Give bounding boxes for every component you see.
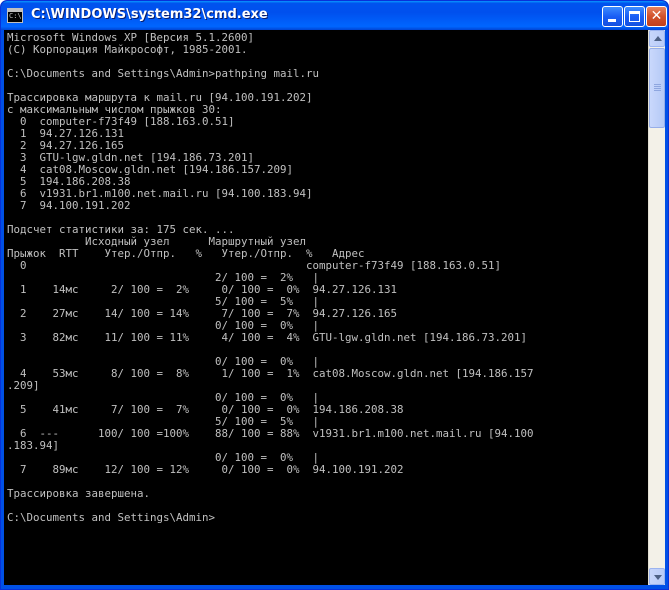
scroll-down-button[interactable] xyxy=(649,568,665,585)
console-line: 3 82мс 11/ 100 = 11% 4/ 100 = 4% GTU-lgw… xyxy=(7,331,528,344)
close-icon: ✕ xyxy=(650,8,663,24)
window-frame-right xyxy=(665,30,668,586)
title-bar[interactable]: C:\ C:\WINDOWS\system32\cmd.exe ✕ xyxy=(1,1,668,30)
arrow-down-icon xyxy=(654,575,662,580)
close-button[interactable]: ✕ xyxy=(646,6,667,27)
window-title: C:\WINDOWS\system32\cmd.exe xyxy=(31,7,268,22)
console-line: (С) Корпорация Майкрософт, 1985-2001. xyxy=(7,43,248,56)
console-line: 4 53мс 8/ 100 = 8% 1/ 100 = 1% cat08.Mos… xyxy=(7,367,534,380)
minimize-icon xyxy=(608,19,616,22)
console-output[interactable]: Microsoft Windows XP [Версия 5.1.2600] (… xyxy=(4,30,648,585)
maximize-icon xyxy=(629,11,640,22)
console-line: C:\Documents and Settings\Admin> xyxy=(7,511,216,524)
minimize-button[interactable] xyxy=(602,6,623,27)
console-line: 6 --- 100/ 100 =100% 88/ 100 = 88% v1931… xyxy=(7,427,534,440)
vertical-scrollbar[interactable] xyxy=(648,30,665,585)
cmd-icon-glyph: C:\ xyxy=(9,12,22,20)
scroll-thumb[interactable] xyxy=(649,48,665,128)
console-line: 7 94.100.191.202 xyxy=(7,199,131,212)
console-text: Microsoft Windows XP [Версия 5.1.2600] (… xyxy=(4,30,648,524)
arrow-up-icon xyxy=(654,36,662,41)
scroll-up-button[interactable] xyxy=(649,30,665,47)
console-line: 7 89мс 12/ 100 = 12% 0/ 100 = 0% 94.100.… xyxy=(7,463,404,476)
console-line: Трассировка завершена. xyxy=(7,487,151,500)
maximize-button[interactable] xyxy=(624,6,645,27)
cmd-window: C:\ C:\WINDOWS\system32\cmd.exe ✕ Micros… xyxy=(0,0,669,590)
window-frame-bottom xyxy=(1,585,668,589)
cmd-icon[interactable]: C:\ xyxy=(7,8,23,23)
console-line: C:\Documents and Settings\Admin>pathping… xyxy=(7,67,320,80)
